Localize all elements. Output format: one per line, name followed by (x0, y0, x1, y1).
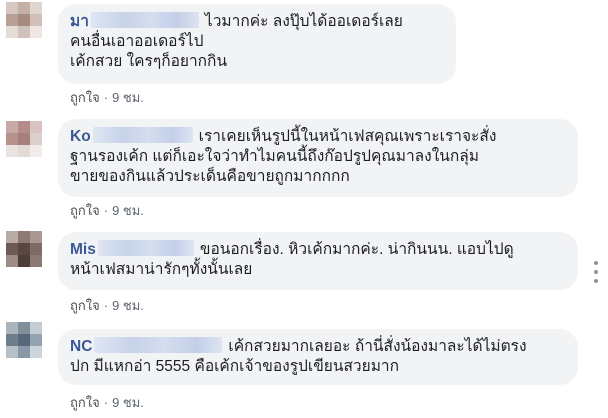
separator-dot: · (103, 298, 109, 313)
comment-author[interactable]: มา (70, 13, 89, 30)
avatar-pixel (18, 346, 30, 358)
avatar[interactable] (6, 121, 42, 157)
avatar-pixel (30, 243, 42, 255)
separator-dot: · (103, 203, 109, 218)
avatar-pixel (30, 334, 42, 346)
comment-bubble: Ko เราเคยเห็นรูปนี้ในหน้าเฟสคุณเพราะเราจะ… (58, 119, 578, 197)
avatar-pixel (6, 26, 18, 38)
redacted-name (92, 127, 193, 143)
comment-timestamp[interactable]: 9 ชม. (112, 395, 144, 410)
comment-actions: ถูกใจ · 9 ชม. (70, 392, 144, 413)
comment-text: เค้กสวยมากเลยอะ ถ้านี่สั่งน้องมาละได้ไม่… (228, 338, 527, 355)
comment-text: คนอื่นเอาออเดอร์ไป (70, 33, 204, 50)
avatar-pixel (6, 243, 18, 255)
avatar-pixel (18, 14, 30, 26)
redacted-name (97, 240, 194, 256)
avatar-pixel (30, 121, 42, 133)
comment-line: Ko เราเคยเห็นรูปนี้ในหน้าเฟสคุณเพราะเราจะ… (70, 127, 566, 147)
comment-bubble: NC เค้กสวยมากเลยอะ ถ้านี่สั่งน้องมาละได้ไ… (58, 329, 578, 385)
avatar-pixel (30, 2, 42, 14)
avatar-pixel (30, 26, 42, 38)
comment-text: ขอนอกเรื่อง. หิวเค้กมากค่ะ. น่ากินนน. แอ… (199, 241, 514, 258)
avatar-pixel (6, 145, 18, 157)
comment-text: หน้าเฟสมาน่ารักๆทั้งนั้นเลย (70, 261, 253, 278)
separator-dot: · (103, 90, 109, 105)
avatar-pixel (18, 255, 30, 267)
avatar-pixel (6, 121, 18, 133)
redacted-name (90, 12, 199, 28)
avatar-pixel (18, 322, 30, 334)
avatar-pixel (6, 346, 18, 358)
comments-feed: มา ไวมากค่ะ ลงปุ๊บได้ออเดอร์เลย คนอื่นเอา… (0, 0, 608, 418)
comment-text: ฐานรองเค้ก แต่ก็เอะใจว่าทำไมคนนี้ถึงก๊อป… (70, 148, 479, 165)
avatar-pixel (30, 346, 42, 358)
avatar-pixel (6, 255, 18, 267)
comment-actions: ถูกใจ · 9 ชม. (70, 87, 144, 108)
avatar-pixel (18, 121, 30, 133)
avatar-pixel (30, 255, 42, 267)
comment-author[interactable]: Ko (70, 128, 91, 145)
comment-timestamp[interactable]: 9 ชม. (112, 203, 144, 218)
avatar-pixel (30, 133, 42, 145)
more-options-icon[interactable] (593, 261, 599, 283)
avatar-pixel (18, 243, 30, 255)
avatar-pixel (18, 334, 30, 346)
comment-timestamp[interactable]: 9 ชม. (112, 298, 144, 313)
comment-bubble: Mis ขอนอกเรื่อง. หิวเค้กมากค่ะ. น่ากินนน.… (58, 232, 578, 290)
redacted-name (94, 337, 223, 353)
comment-line: มา ไวมากค่ะ ลงปุ๊บได้ออเดอร์เลย (70, 12, 444, 32)
avatar-pixel (30, 231, 42, 243)
avatar-pixel (18, 145, 30, 157)
avatar-pixel (6, 133, 18, 145)
avatar-pixel (6, 322, 18, 334)
comment-text: เราเคยเห็นรูปนี้ในหน้าเฟสคุณเพราะเราจะสั… (198, 128, 497, 145)
avatar-pixel (18, 133, 30, 145)
comment-actions: ถูกใจ · 9 ชม. (70, 200, 144, 221)
comment-line: Mis ขอนอกเรื่อง. หิวเค้กมากค่ะ. น่ากินนน.… (70, 240, 566, 260)
avatar-pixel (6, 334, 18, 346)
avatar-pixel (6, 231, 18, 243)
comment-text: ปก มีแหกอ่า 5555 คือเค้กเจ้าของรูปเขียนส… (70, 358, 400, 375)
comment-text: ไวมากค่ะ ลงปุ๊บได้ออเดอร์เลย (204, 13, 403, 30)
comment-bubble: มา ไวมากค่ะ ลงปุ๊บได้ออเดอร์เลย คนอื่นเอา… (58, 4, 456, 84)
avatar[interactable] (6, 231, 42, 267)
comment-author[interactable]: NC (70, 338, 92, 355)
avatar-pixel (6, 14, 18, 26)
comment-author[interactable]: Mis (70, 241, 96, 258)
comment-text: ขายของกินแล้วประเด็นคือขายถูกมากกกก (70, 168, 350, 185)
avatar-pixel (18, 231, 30, 243)
comment-text: เค้กสวย ใครๆก็อยากกิน (70, 53, 228, 70)
avatar-pixel (18, 2, 30, 14)
like-link[interactable]: ถูกใจ (70, 395, 100, 410)
like-link[interactable]: ถูกใจ (70, 203, 100, 218)
comment-actions: ถูกใจ · 9 ชม. (70, 295, 144, 316)
avatar-pixel (30, 14, 42, 26)
avatar-pixel (18, 26, 30, 38)
avatar-pixel (6, 2, 18, 14)
avatar[interactable] (6, 322, 42, 358)
avatar-pixel (30, 322, 42, 334)
like-link[interactable]: ถูกใจ (70, 90, 100, 105)
avatar[interactable] (6, 2, 42, 38)
avatar-pixel (30, 145, 42, 157)
separator-dot: · (103, 395, 109, 410)
comment-timestamp[interactable]: 9 ชม. (112, 90, 144, 105)
comment-line: NC เค้กสวยมากเลยอะ ถ้านี่สั่งน้องมาละได้ไ… (70, 337, 566, 357)
like-link[interactable]: ถูกใจ (70, 298, 100, 313)
